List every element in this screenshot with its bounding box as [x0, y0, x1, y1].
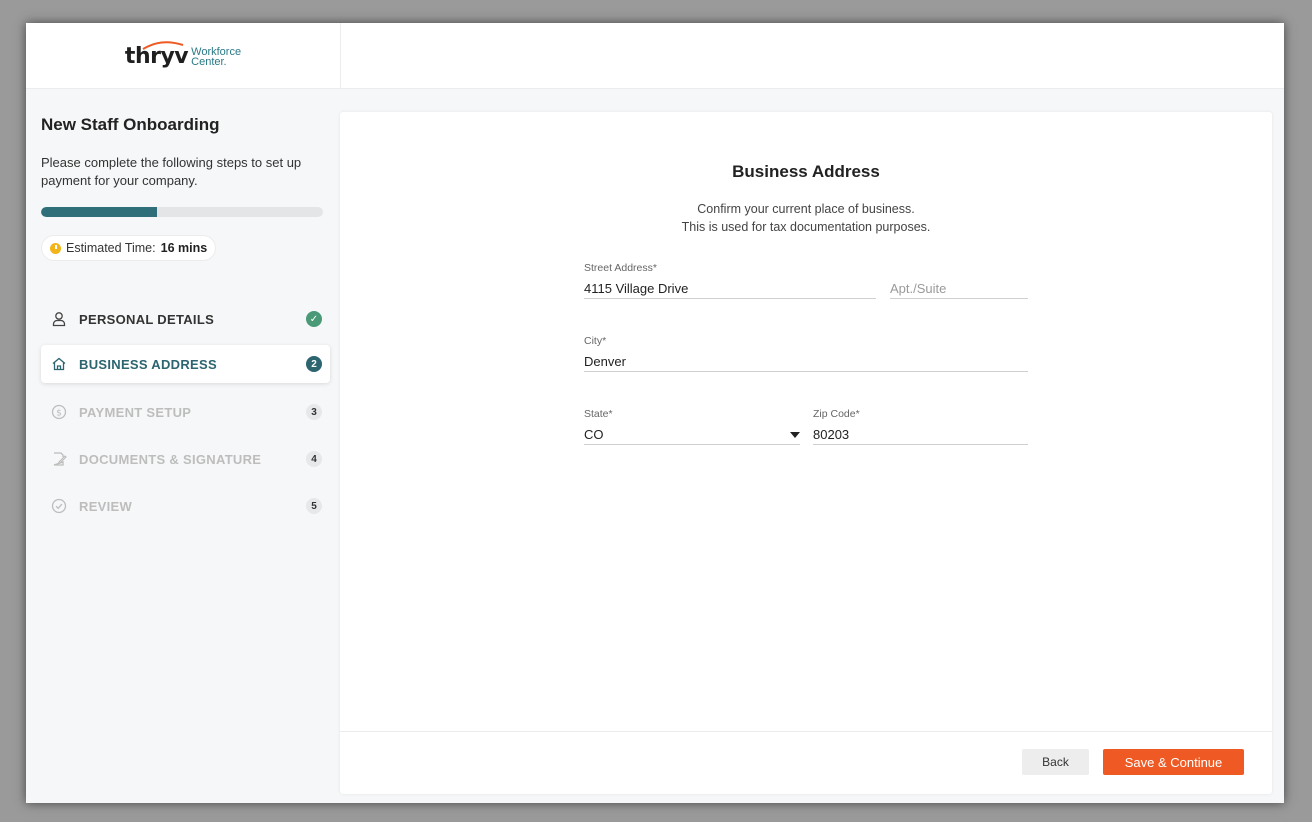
form-subtitle: Confirm your current place of business. … [340, 200, 1272, 236]
step-number-badge: 5 [306, 498, 322, 514]
sidebar: New Staff Onboarding Please complete the… [26, 89, 341, 803]
brand-subtitle: Workforce Center. [191, 47, 241, 68]
step-label: BUSINESS ADDRESS [79, 356, 217, 372]
user-icon [52, 312, 66, 327]
estimate-value: 16 mins [160, 241, 208, 255]
app-window: thryv Workforce Center. New Staff Onboar… [26, 23, 1284, 803]
step-label: REVIEW [79, 498, 133, 514]
check-icon: ✓ [306, 311, 322, 327]
card-footer: Back Save & Continue [340, 731, 1272, 794]
estimate-label: Estimated Time: [66, 241, 156, 255]
city-field: City* [584, 335, 1028, 372]
estimated-time-badge: Estimated Time: 16 mins [41, 235, 217, 261]
step-label: PAYMENT SETUP [79, 404, 192, 420]
street-address-field: Street Address* [584, 262, 876, 299]
dollar-icon: $ [51, 404, 67, 420]
brand-sub-line2: Center. [191, 56, 227, 68]
form-subtitle-line2: This is used for tax documentation purpo… [681, 220, 931, 234]
caret-down-icon[interactable] [790, 432, 800, 438]
svg-text:$: $ [56, 409, 62, 419]
sidebar-item-review[interactable]: REVIEW 5 [41, 487, 330, 525]
sidebar-item-business-address[interactable]: BUSINESS ADDRESS 2 [41, 345, 330, 383]
step-label: DOCUMENTS & SIGNATURE [79, 451, 262, 467]
city-input[interactable] [584, 349, 1028, 372]
home-icon [52, 357, 66, 371]
state-select[interactable] [584, 422, 800, 445]
form-subtitle-line1: Confirm your current place of business. [697, 202, 915, 216]
apt-suite-input[interactable] [890, 276, 1028, 299]
brand-logo[interactable]: thryv Workforce Center. [125, 40, 241, 69]
street-address-label: Street Address* [584, 262, 657, 274]
apt-suite-field [890, 262, 1028, 299]
state-label: State* [584, 408, 613, 420]
state-select-value[interactable] [584, 422, 800, 445]
street-address-input[interactable] [584, 276, 876, 299]
check-circle-icon [51, 498, 67, 514]
step-label: PERSONAL DETAILS [79, 311, 215, 327]
city-label: City* [584, 335, 607, 347]
brand-wordmark: thryv [125, 40, 189, 69]
apt-suite-label-spacer [890, 262, 1028, 276]
zip-code-input[interactable] [813, 422, 1028, 445]
zip-code-field: Zip Code* [813, 408, 1028, 445]
document-sign-icon [53, 452, 67, 466]
zip-code-label: Zip Code* [813, 408, 860, 420]
logo-cell: thryv Workforce Center. [26, 23, 341, 89]
sidebar-item-documents-signature[interactable]: DOCUMENTS & SIGNATURE 4 [41, 440, 330, 478]
business-address-card: Business Address Confirm your current pl… [340, 112, 1272, 794]
back-button[interactable]: Back [1022, 749, 1089, 775]
step-number-badge: 4 [306, 451, 322, 467]
form-title: Business Address [732, 162, 880, 181]
sidebar-item-payment-setup[interactable]: $ PAYMENT SETUP 3 [41, 393, 330, 431]
save-continue-button[interactable]: Save & Continue [1103, 749, 1244, 775]
step-number-badge: 2 [306, 356, 322, 372]
state-field: State* [584, 408, 800, 445]
progress-fill [41, 207, 157, 217]
clock-icon [50, 242, 61, 254]
sidebar-description: Please complete the following steps to s… [41, 155, 302, 188]
sidebar-title: New Staff Onboarding [41, 115, 220, 134]
progress-bar [41, 207, 323, 217]
sidebar-item-personal-details[interactable]: PERSONAL DETAILS ✓ [41, 300, 330, 338]
step-number-badge: 3 [306, 404, 322, 420]
swoosh-icon [142, 40, 184, 50]
top-bar: thryv Workforce Center. [26, 23, 1284, 89]
